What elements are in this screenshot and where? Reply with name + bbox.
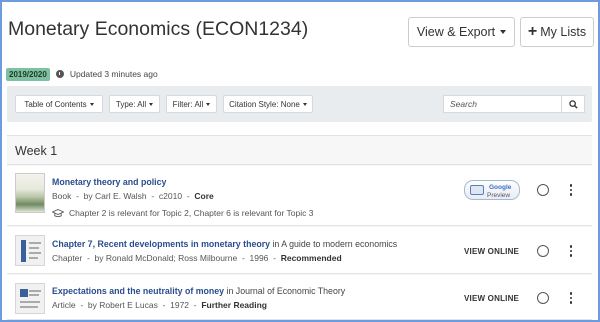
view-online-button[interactable]: VIEW ONLINE [464, 294, 519, 303]
filter-dropdown[interactable]: Filter: All [166, 95, 217, 113]
kebab-menu-icon[interactable] [569, 292, 573, 304]
section-header: Week 1 [7, 136, 592, 165]
item-note: Chapter 2 is relevant for Topic 2, Chapt… [52, 208, 313, 218]
search-input[interactable] [443, 95, 561, 113]
view-export-button[interactable]: View & Export [408, 17, 515, 47]
page-title: Monetary Economics (ECON1234) [8, 18, 309, 40]
item-title: Chapter 7, Recent developments in moneta… [52, 239, 397, 249]
item-authors: by Carl E. Walsh [83, 191, 147, 201]
item-date: 1972 [170, 300, 190, 310]
search-button[interactable] [561, 95, 585, 113]
item-importance: Recommended [280, 253, 342, 263]
year-badge: 2019/2020 [6, 67, 50, 81]
google-preview-button[interactable]: Google Preview [464, 180, 520, 200]
meta-row: 2019/2020 Updated 3 minutes ago [6, 67, 158, 81]
type-label: Type: All [115, 99, 147, 109]
citation-style-dropdown[interactable]: Citation Style: None [223, 95, 313, 113]
list-item: Chapter 7, Recent developments in moneta… [7, 227, 592, 274]
caret-down-icon [89, 102, 94, 106]
view-export-label: View & Export [416, 25, 496, 39]
filter-label: Filter: All [172, 99, 204, 109]
type-dropdown[interactable]: Type: All [109, 95, 160, 113]
updated-text: Updated 3 minutes ago [69, 69, 158, 79]
caret-down-icon [206, 102, 211, 106]
item-authors: by Ronald McDonald; Ross Milbourne [94, 253, 238, 263]
mortarboard-icon [52, 208, 64, 217]
select-radio[interactable] [537, 292, 549, 304]
item-container-text: in Journal of Economic Theory [224, 286, 346, 296]
select-radio[interactable] [537, 184, 549, 196]
item-authors: by Robert E Lucas [87, 300, 158, 310]
view-online-button[interactable]: VIEW ONLINE [464, 247, 519, 256]
item-title-link[interactable]: Expectations and the neutrality of money [52, 286, 224, 296]
item-date: c2010 [158, 191, 183, 201]
plus-icon: + [527, 23, 538, 40]
item-note-text: Chapter 2 is relevant for Topic 2, Chapt… [69, 208, 314, 218]
chapter-thumbnail [15, 235, 45, 266]
book-icon [470, 185, 484, 195]
google-preview-brand: Google [489, 184, 512, 191]
item-container-text: in A guide to modern economics [270, 239, 398, 249]
item-meta: Chapter - by Ronald McDonald; Ross Milbo… [52, 253, 342, 263]
item-type: Article [52, 300, 76, 310]
item-importance: Further Reading [201, 300, 267, 310]
item-date: 1996 [249, 253, 269, 263]
item-type: Chapter [52, 253, 83, 263]
item-title-link[interactable]: Chapter 7, Recent developments in moneta… [52, 239, 270, 249]
caret-down-icon [149, 102, 154, 106]
kebab-menu-icon[interactable] [569, 245, 573, 257]
item-type: Book [52, 191, 72, 201]
table-of-contents-dropdown[interactable]: Table of Contents [15, 95, 103, 113]
item-meta: Article - by Robert E Lucas - 1972 - Fur… [52, 300, 267, 310]
caret-down-icon [302, 102, 307, 106]
select-radio[interactable] [537, 245, 549, 257]
toc-label: Table of Contents [24, 99, 87, 109]
caret-down-icon [500, 30, 507, 34]
list-item: Monetary theory and policy Book - by Car… [7, 166, 592, 226]
kebab-menu-icon[interactable] [569, 184, 573, 196]
my-lists-button[interactable]: + My Lists [520, 17, 594, 47]
clock-icon [55, 70, 64, 78]
item-title: Monetary theory and policy [52, 177, 166, 187]
google-preview-label: Preview [487, 192, 511, 199]
header: Monetary Economics (ECON1234) View & Exp… [2, 2, 598, 60]
item-title-link[interactable]: Monetary theory and policy [52, 177, 166, 187]
item-title: Expectations and the neutrality of money… [52, 286, 345, 296]
section-title: Week 1 [15, 144, 58, 158]
filter-toolbar: Table of Contents Type: All Filter: All … [7, 86, 592, 122]
book-cover-thumbnail [15, 173, 45, 213]
citation-label: Citation Style: None [229, 99, 300, 109]
item-meta: Book - by Carl E. Walsh - c2010 - Core [52, 191, 214, 201]
list-item: Expectations and the neutrality of money… [7, 275, 592, 320]
item-importance: Core [194, 191, 214, 201]
search-icon [568, 99, 578, 109]
my-lists-label: My Lists [540, 25, 587, 39]
article-thumbnail [15, 283, 45, 314]
